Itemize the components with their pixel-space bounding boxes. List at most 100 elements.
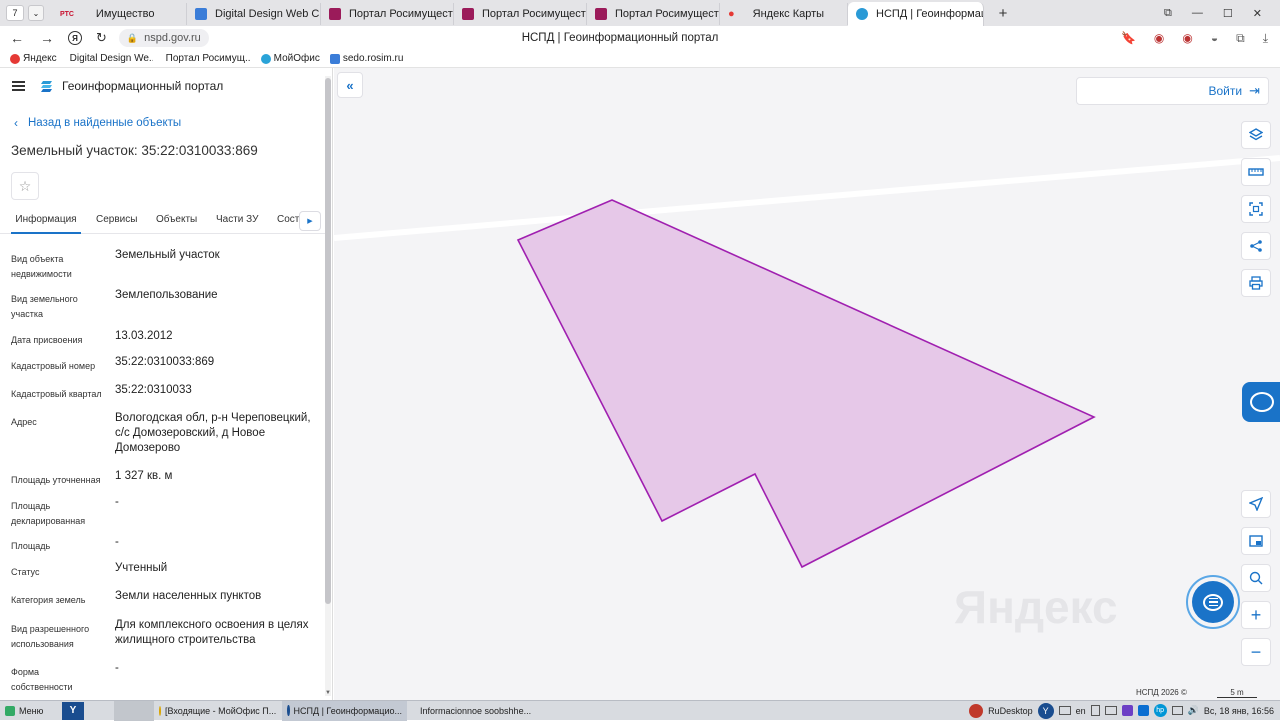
menu-label: Меню — [19, 705, 44, 716]
hamburger-menu-icon[interactable] — [12, 81, 25, 91]
hp-icon[interactable]: hp — [1153, 704, 1167, 717]
tab-manager-icon[interactable]: ⧉ — [1164, 7, 1172, 20]
minimap-icon — [1249, 535, 1263, 547]
yandex-watermark: Яндекс — [954, 581, 1118, 633]
keyboard-icon[interactable] — [1058, 706, 1071, 715]
collapse-panel-button[interactable]: « — [337, 72, 363, 98]
back-arrow-icon[interactable]: ← — [10, 30, 24, 46]
tray-app-icon[interactable] — [1121, 705, 1133, 716]
search-location-button[interactable] — [1241, 564, 1271, 592]
bookmark-digital-design[interactable]: Digital Design We... — [67, 53, 153, 64]
tab-label: Имущество — [95, 8, 155, 20]
browser-tab-digital-design[interactable]: Digital Design Web Client — [187, 3, 321, 25]
zoom-out-button[interactable]: − — [1241, 638, 1271, 666]
browser-tab-rosim-2[interactable]: Портал Росимущества — [454, 3, 587, 25]
extension-icon-2[interactable]: ◉ — [1182, 31, 1192, 45]
browser-tab-rosim-3[interactable]: Портал Росимущества — [587, 3, 720, 25]
browser-tab-rosim-1[interactable]: Портал Росимущества — [321, 3, 454, 25]
object-info-panel: Геоинформационный портал ‹ Назад в найде… — [0, 68, 333, 700]
map-view[interactable]: Яндекс « Войти ⇥ + − НСПД 2026 © 5 m — [334, 68, 1280, 700]
tab-objects[interactable]: Объекты — [156, 214, 197, 225]
moyofis-icon — [260, 53, 271, 64]
bookmark-label: Портал Росимущ... — [165, 53, 251, 64]
forward-arrow-icon[interactable]: → — [40, 30, 54, 46]
taskbar-item-nspd[interactable]: НСПД | Геоинформацио... — [282, 700, 407, 721]
extension-icon-3[interactable]: ◒ — [1211, 31, 1218, 45]
taskbar-item-document[interactable]: Informacionnoe soobshhe... — [410, 701, 535, 721]
field-value: 13.03.2012 — [115, 330, 173, 342]
favorite-star-button[interactable]: ☆ — [11, 172, 39, 200]
tab-label: Digital Design Web Client — [215, 8, 320, 20]
print-button[interactable] — [1241, 269, 1271, 297]
land-parcel-polygon[interactable] — [516, 199, 1096, 569]
field-value: Вологодская обл, р-н Череповецкий, с/с Д… — [115, 412, 311, 454]
print-icon — [1249, 276, 1263, 290]
feedback-widget-button[interactable] — [1242, 382, 1280, 422]
rudesktop-label[interactable]: RuDesktop — [988, 706, 1033, 716]
taskbar-clock[interactable]: Вс, 18 янв, 16:56 — [1204, 706, 1274, 716]
language-indicator[interactable]: en — [1076, 706, 1086, 716]
bookmark-sedo[interactable]: sedo.rosim.ru — [329, 53, 403, 64]
panel-scrollbar-thumb[interactable] — [325, 78, 331, 604]
select-area-button[interactable] — [1241, 195, 1271, 223]
field-value: 35:22:0310033:869 — [115, 356, 215, 368]
layers-button[interactable] — [1241, 121, 1271, 149]
tab-services[interactable]: Сервисы — [96, 214, 137, 225]
scroll-down-icon[interactable]: ▼ — [325, 690, 331, 696]
url-field[interactable]: 🔒 nspd.gov.ru — [118, 29, 209, 47]
maximize-window-icon[interactable]: ☐ — [1223, 7, 1233, 20]
share-icon — [1250, 240, 1262, 252]
tabs-scroll-right-button[interactable]: ▶ — [299, 211, 321, 231]
map-canvas[interactable] — [334, 68, 1280, 700]
minimap-button[interactable] — [1241, 527, 1271, 555]
yandex-home-icon[interactable]: Я — [68, 31, 82, 45]
clipboard-icon[interactable] — [1090, 705, 1100, 716]
login-bar[interactable]: Войти ⇥ — [1076, 77, 1269, 105]
yandex-browser-icon — [287, 705, 290, 716]
minimize-window-icon[interactable]: — — [1192, 7, 1203, 19]
measure-button[interactable] — [1241, 158, 1271, 186]
tab-label: Яндекс Карты — [752, 8, 825, 20]
browser-tab-imushchestvo[interactable]: РТС Имущество — [52, 3, 187, 25]
new-tab-button[interactable]: + — [992, 5, 1014, 22]
monitor-icon[interactable] — [1104, 706, 1117, 715]
tab-counter[interactable]: 7 — [6, 5, 24, 21]
browser-tab-yandex-maps[interactable]: ● Яндекс Карты — [720, 3, 848, 25]
field-value: 1 327 кв. м — [115, 470, 173, 482]
field-value: Учтенный — [115, 562, 168, 574]
browser-tab-nspd[interactable]: НСПД | Геоинформац... ✕ — [848, 2, 984, 26]
yandex-browser-launcher[interactable]: Y — [62, 701, 84, 720]
screenshot-icon[interactable]: ⧉ — [1236, 31, 1245, 46]
reload-icon[interactable]: ↻ — [96, 30, 107, 46]
start-menu-button[interactable]: Меню — [0, 701, 60, 721]
field-value: Землепользование — [115, 289, 218, 301]
tab-label: Портал Росимущества — [615, 8, 720, 20]
back-to-results-link[interactable]: ‹ Назад в найденные объекты — [14, 116, 181, 130]
minus-icon: − — [1250, 641, 1262, 662]
network-icon[interactable] — [1171, 706, 1183, 715]
rudesktop-icon[interactable] — [969, 703, 984, 718]
yandex-tray-icon[interactable]: Y — [1037, 702, 1054, 719]
tabs-dropdown-icon[interactable]: ⌄ — [28, 5, 44, 21]
volume-icon[interactable]: 🔊 — [1188, 705, 1199, 716]
bookmark-moyofis[interactable]: МойОфис — [260, 53, 320, 64]
tab-information[interactable]: Информация — [11, 214, 81, 234]
share-button[interactable] — [1241, 232, 1271, 260]
geolocation-button[interactable] — [1241, 490, 1271, 518]
taskbar-item-moyofis[interactable]: [Входящие - МойОфис П... — [154, 701, 279, 721]
zoom-in-button[interactable]: + — [1241, 601, 1271, 629]
chat-assistant-button[interactable] — [1186, 575, 1240, 629]
close-window-icon[interactable]: ✕ — [1253, 7, 1262, 20]
tab-label: НСПД | Геоинформац... — [876, 8, 983, 20]
portal-brand[interactable]: Геоинформационный портал — [62, 79, 223, 93]
panel-scrollbar[interactable]: ▼ — [325, 76, 331, 696]
bookmark-icon[interactable]: 🔖 — [1121, 31, 1136, 45]
bookmark-yandex[interactable]: Яндекс — [10, 53, 57, 64]
downloads-icon[interactable]: ⤓ — [1263, 31, 1268, 46]
tab-parts[interactable]: Части ЗУ — [216, 214, 258, 225]
tray-c-icon[interactable] — [1137, 705, 1149, 716]
navigation-arrow-icon — [1249, 497, 1263, 511]
extension-icon-1[interactable]: ◉ — [1154, 31, 1164, 45]
bookmark-rosim[interactable]: Портал Росимущ... — [163, 53, 251, 64]
chevron-left-icon: ‹ — [14, 116, 18, 130]
